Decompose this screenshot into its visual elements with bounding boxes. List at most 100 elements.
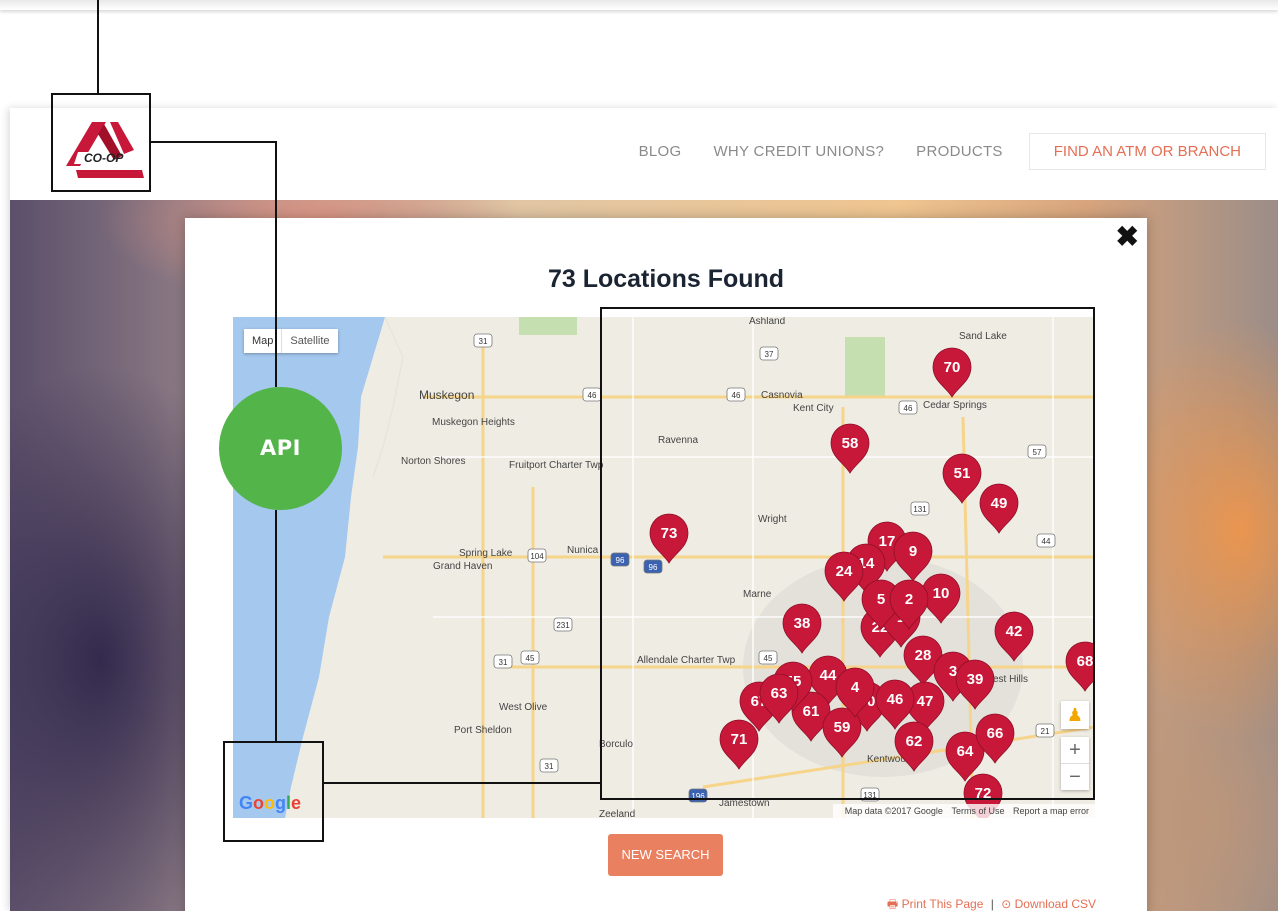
location-marker-label: 71 bbox=[731, 731, 748, 748]
location-marker-label: 28 bbox=[915, 647, 932, 664]
close-icon[interactable]: ✖ bbox=[1116, 220, 1139, 253]
place-label: Zeeland bbox=[599, 809, 635, 818]
google-logo-letter: o bbox=[253, 793, 265, 813]
svg-text:31: 31 bbox=[545, 762, 554, 771]
svg-text:46: 46 bbox=[588, 391, 597, 400]
map-canvas[interactable]: Ashland Sand Lake Muskegon Muskegon Heig… bbox=[233, 317, 1095, 818]
location-marker[interactable]: 49 bbox=[979, 483, 1019, 534]
download-csv-link[interactable]: Download CSV bbox=[1015, 897, 1096, 911]
nav-products[interactable]: PRODUCTS bbox=[900, 135, 1019, 168]
place-label: Casnovia bbox=[761, 390, 803, 401]
zoom-out-button[interactable]: − bbox=[1061, 764, 1089, 790]
nav-find-atm-button[interactable]: FIND AN ATM OR BRANCH bbox=[1028, 133, 1266, 170]
google-logo: Google bbox=[239, 793, 301, 814]
place-label: Marne bbox=[743, 589, 772, 600]
pegman-icon[interactable]: ♟ bbox=[1061, 701, 1089, 729]
route-shield: 131 bbox=[910, 501, 930, 516]
place-label: Jamestown bbox=[719, 798, 770, 809]
api-bubble: API bbox=[219, 387, 342, 510]
locations-modal: ✖ 73 Locations Found Ashland Sand Lake M… bbox=[185, 218, 1147, 911]
location-marker-label: 5 bbox=[877, 591, 885, 608]
svg-text:96: 96 bbox=[616, 556, 625, 565]
place-label: Allendale Charter Twp bbox=[637, 655, 736, 666]
route-shield: 196 bbox=[688, 788, 708, 803]
route-shield: 104 bbox=[527, 548, 547, 563]
svg-text:44: 44 bbox=[1042, 537, 1051, 546]
location-marker-label: 10 bbox=[933, 585, 950, 602]
location-marker-label: 38 bbox=[794, 615, 811, 632]
terms-of-use-link[interactable]: Terms of Use bbox=[951, 806, 1004, 816]
svg-text:45: 45 bbox=[764, 654, 773, 663]
location-marker-label: 46 bbox=[887, 691, 904, 708]
route-shield: 45 bbox=[520, 650, 540, 665]
place-label: est Hills bbox=[993, 674, 1028, 685]
report-map-error-link[interactable]: Report a map error bbox=[1013, 806, 1089, 816]
location-marker-label: 59 bbox=[834, 719, 851, 736]
print-icon[interactable]: 🖶 bbox=[887, 897, 898, 911]
location-marker-label: 44 bbox=[820, 667, 837, 684]
location-marker-label: 58 bbox=[842, 435, 859, 452]
co-op-logo-icon: CO-OP bbox=[66, 122, 144, 178]
route-shield: 46 bbox=[726, 387, 746, 402]
place-label: Ashland bbox=[749, 317, 785, 327]
location-marker-label: 51 bbox=[954, 465, 971, 482]
location-marker-label: 63 bbox=[771, 685, 788, 702]
route-shield: 37 bbox=[759, 346, 779, 361]
location-map[interactable]: Ashland Sand Lake Muskegon Muskegon Heig… bbox=[233, 317, 1095, 818]
location-marker[interactable]: 58 bbox=[830, 423, 870, 474]
place-label: Muskegon bbox=[419, 388, 474, 402]
svg-text:196: 196 bbox=[691, 792, 705, 801]
google-logo-letter: e bbox=[291, 793, 302, 813]
map-data-attribution: Map data ©2017 Google bbox=[844, 806, 943, 816]
google-logo-text: Google bbox=[239, 793, 301, 813]
co-op-logo[interactable]: CO-OP bbox=[62, 118, 146, 186]
new-search-button[interactable]: NEW SEARCH bbox=[608, 834, 723, 876]
place-label: Norton Shores bbox=[401, 456, 465, 467]
location-marker[interactable]: 70 bbox=[932, 347, 972, 398]
location-marker-label: 49 bbox=[991, 495, 1008, 512]
modal-title: 73 Locations Found bbox=[547, 265, 785, 293]
svg-text:46: 46 bbox=[732, 391, 741, 400]
location-marker-label: 66 bbox=[987, 725, 1004, 742]
location-marker-label: 62 bbox=[906, 733, 923, 750]
download-icon[interactable]: ⊙ bbox=[1001, 897, 1011, 911]
print-page-link[interactable]: Print This Page bbox=[902, 897, 984, 911]
location-marker-label: 47 bbox=[917, 693, 934, 710]
location-marker-label: 61 bbox=[803, 703, 820, 720]
route-shield: 96 bbox=[610, 552, 630, 567]
svg-text:45: 45 bbox=[526, 654, 535, 663]
route-shield: 44 bbox=[1036, 533, 1056, 548]
place-label: Fruitport Charter Twp bbox=[509, 460, 604, 471]
route-shield: 46 bbox=[582, 387, 602, 402]
svg-text:31: 31 bbox=[499, 658, 508, 667]
map-type-satellite-button[interactable]: Satellite bbox=[282, 329, 337, 353]
location-marker[interactable]: 51 bbox=[942, 453, 982, 504]
location-marker-label: 17 bbox=[879, 533, 896, 550]
place-label: Wright bbox=[758, 514, 787, 525]
route-shield: 57 bbox=[1027, 444, 1047, 459]
zoom-in-button[interactable]: + bbox=[1061, 737, 1089, 763]
main-nav: BLOG WHY CREDIT UNIONS? PRODUCTS FIND AN… bbox=[623, 133, 1266, 170]
svg-text:57: 57 bbox=[1033, 448, 1042, 457]
place-label: Port Sheldon bbox=[454, 725, 512, 736]
google-logo-letter: G bbox=[239, 793, 254, 813]
svg-text:231: 231 bbox=[556, 621, 570, 630]
svg-text:96: 96 bbox=[649, 563, 658, 572]
svg-text:21: 21 bbox=[1041, 727, 1050, 736]
location-marker-label: 4 bbox=[851, 679, 860, 696]
nav-blog[interactable]: BLOG bbox=[623, 135, 698, 168]
place-label: West Olive bbox=[499, 702, 548, 713]
location-marker-label: 73 bbox=[661, 525, 678, 542]
top-strip bbox=[0, 0, 1278, 10]
route-shield: 231 bbox=[553, 617, 573, 632]
svg-text:31: 31 bbox=[479, 337, 488, 346]
place-label: Sand Lake bbox=[959, 331, 1007, 342]
route-shield: 131 bbox=[860, 787, 880, 802]
google-logo-letter: o bbox=[264, 793, 276, 813]
nav-why-credit-unions[interactable]: WHY CREDIT UNIONS? bbox=[697, 135, 900, 168]
location-marker[interactable]: 68 bbox=[1065, 641, 1095, 692]
place-label: Cedar Springs bbox=[923, 400, 987, 411]
map-type-map-button[interactable]: Map bbox=[244, 329, 283, 353]
place-label: Spring Lake bbox=[459, 548, 513, 559]
website: CO-OP BLOG WHY CREDIT UNIONS? PRODUCTS F… bbox=[10, 108, 1278, 911]
